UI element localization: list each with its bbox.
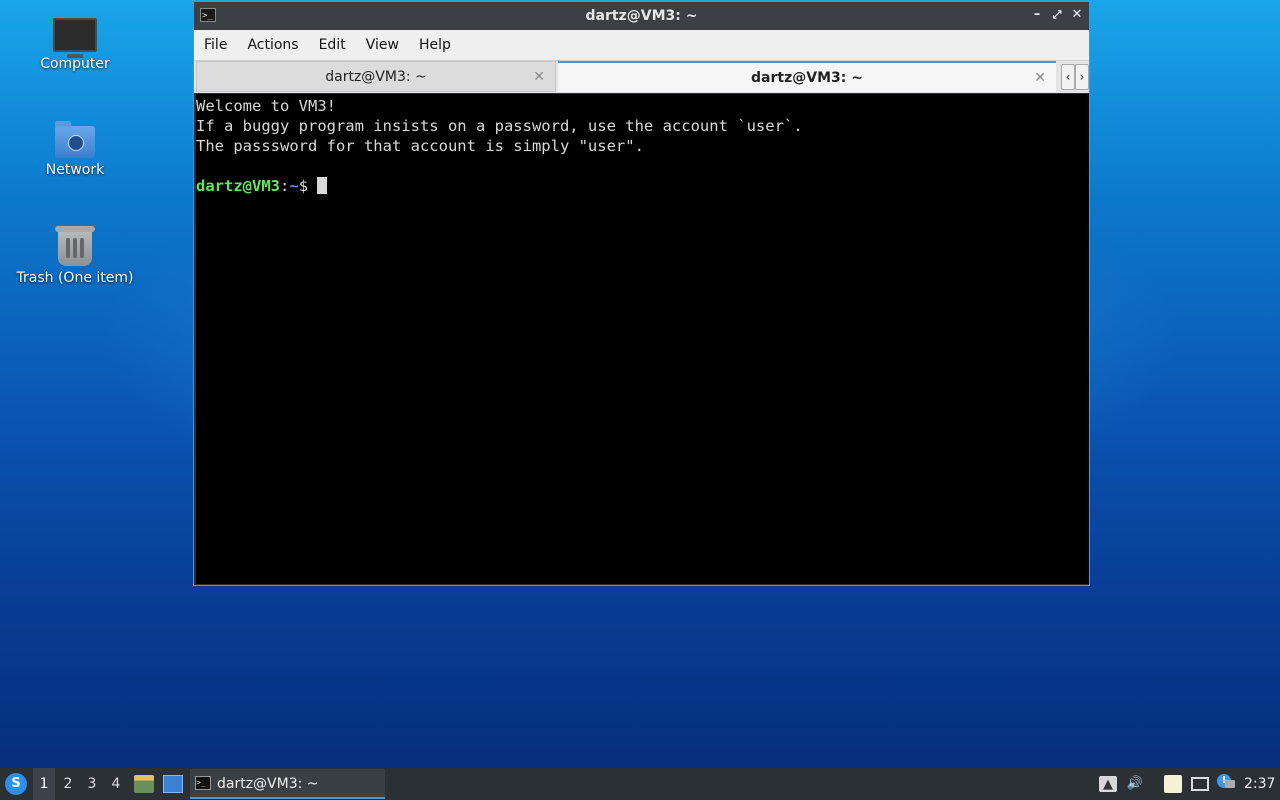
workspace-3[interactable]: 3 bbox=[81, 768, 103, 800]
network-icon[interactable] bbox=[1191, 777, 1209, 791]
workspace-1[interactable]: 1 bbox=[33, 768, 55, 800]
menu-file[interactable]: File bbox=[194, 30, 237, 60]
window-title: dartz@VM3: ~ bbox=[585, 8, 698, 24]
file-manager-icon[interactable] bbox=[134, 775, 154, 793]
minimize-button[interactable]: – bbox=[1029, 7, 1045, 23]
desktop-icon-label: Network bbox=[45, 162, 105, 178]
terminal-line: If a buggy program insists on a password… bbox=[196, 117, 803, 135]
desktop-icon-label: Computer bbox=[40, 56, 110, 72]
terminal-prompt: dartz@VM3:~$ bbox=[196, 176, 1089, 196]
menu-actions[interactable]: Actions bbox=[237, 30, 308, 60]
tab-bar: dartz@VM3: ~ ✕ dartz@VM3: ~ ✕ ‹ › bbox=[194, 60, 1089, 93]
menu-bar: File Actions Edit View Help bbox=[194, 30, 1089, 60]
terminal-line: Welcome to VM3! bbox=[196, 97, 336, 115]
menu-view[interactable]: View bbox=[356, 30, 409, 60]
terminal-app-icon: >_ bbox=[195, 776, 211, 790]
maximize-button[interactable]: ⤢ bbox=[1049, 7, 1065, 23]
taskbar-task-terminal[interactable]: >_ dartz@VM3: ~ bbox=[190, 769, 385, 799]
prompt-user-host: dartz@VM3 bbox=[196, 177, 280, 195]
tab-scroll-right-button[interactable]: › bbox=[1075, 64, 1089, 90]
trash-icon bbox=[55, 226, 95, 266]
tab-label: dartz@VM3: ~ bbox=[325, 69, 427, 85]
computer-icon bbox=[53, 18, 97, 58]
terminal-output[interactable]: Welcome to VM3! If a buggy program insist… bbox=[196, 94, 1089, 584]
network-folder-icon bbox=[55, 121, 95, 158]
desktop-icon-computer[interactable]: Computer bbox=[10, 18, 140, 72]
eject-icon[interactable]: ▲ bbox=[1099, 776, 1117, 792]
tab-scroll-left-button[interactable]: ‹ bbox=[1061, 64, 1075, 90]
workspace-2[interactable]: 2 bbox=[57, 768, 79, 800]
terminal-window: >_ dartz@VM3: ~ – ⤢ ✕ File Actions Edit Vie… bbox=[193, 1, 1090, 586]
desktop-icon-trash[interactable]: Trash (One item) bbox=[10, 226, 140, 286]
menu-help[interactable]: Help bbox=[409, 30, 461, 60]
workspace-4[interactable]: 4 bbox=[105, 768, 127, 800]
taskbar: S 1 2 3 4 >_ dartz@VM3: ~ ▲ 🔊 ! 2:37 bbox=[0, 768, 1280, 800]
tab-close-icon[interactable]: ✕ bbox=[1034, 63, 1046, 94]
tab-1[interactable]: dartz@VM3: ~ ✕ bbox=[196, 61, 556, 92]
clipboard-icon[interactable] bbox=[1164, 775, 1182, 793]
text-cursor bbox=[317, 177, 328, 194]
clock[interactable]: 2:37 bbox=[1244, 768, 1275, 800]
show-desktop-icon[interactable] bbox=[163, 775, 183, 793]
start-menu-icon[interactable]: S bbox=[5, 773, 27, 795]
task-label: dartz@VM3: ~ bbox=[217, 776, 319, 792]
window-titlebar[interactable]: >_ dartz@VM3: ~ – ⤢ ✕ bbox=[194, 2, 1089, 30]
close-button[interactable]: ✕ bbox=[1069, 7, 1085, 23]
prompt-symbol: $ bbox=[298, 177, 318, 195]
tab-2[interactable]: dartz@VM3: ~ ✕ bbox=[558, 61, 1056, 92]
battery-icon[interactable] bbox=[1225, 780, 1235, 788]
tab-label: dartz@VM3: ~ bbox=[751, 70, 863, 86]
menu-edit[interactable]: Edit bbox=[309, 30, 356, 60]
prompt-separator: : bbox=[280, 177, 290, 195]
tab-close-icon[interactable]: ✕ bbox=[533, 62, 545, 93]
desktop-icon-label: Trash (One item) bbox=[16, 270, 134, 286]
prompt-path: ~ bbox=[289, 177, 299, 195]
terminal-line: The passsword for that account is simply… bbox=[196, 137, 644, 155]
volume-icon[interactable]: 🔊 bbox=[1126, 775, 1144, 793]
desktop-icon-network[interactable]: Network bbox=[10, 121, 140, 178]
